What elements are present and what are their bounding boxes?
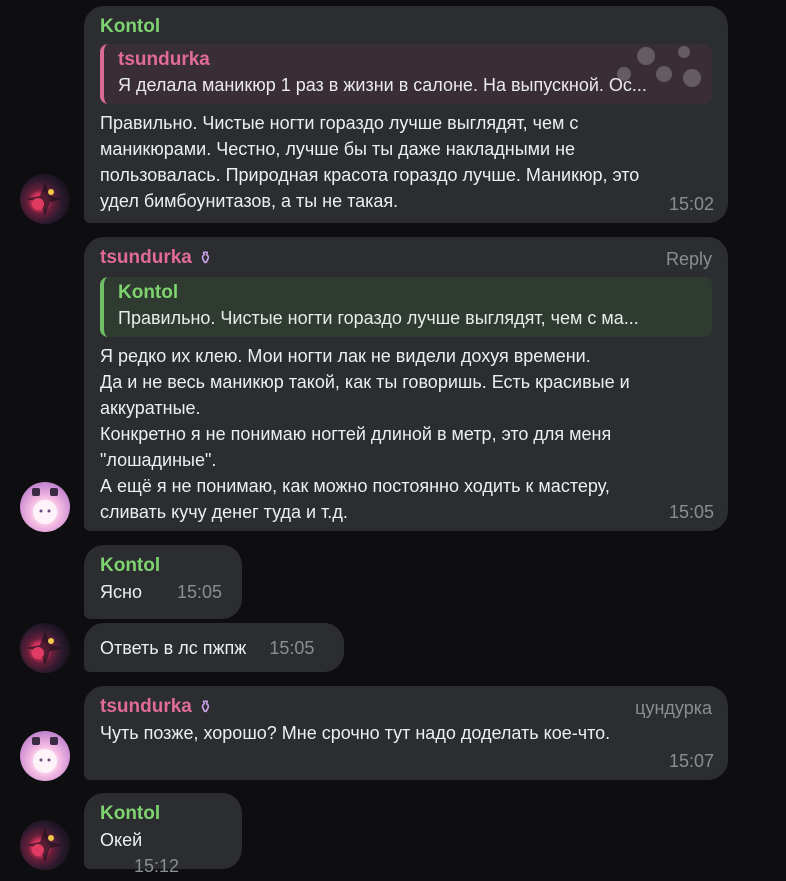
reply-sender-name: tsundurka: [118, 49, 210, 70]
message-line: удел бимбоунитазов, а ты не такая.: [100, 191, 399, 211]
sender-name[interactable]: tsundurka: [100, 694, 192, 720]
message-time: 15:05: [176, 582, 223, 602]
avatar-tsundurka[interactable]: [20, 731, 70, 781]
sender-name[interactable]: Kontol: [100, 553, 226, 579]
message-text: Ясно 15:05: [100, 579, 226, 605]
message-bubble[interactable]: Kontol Окей 15:12: [84, 793, 242, 876]
sender-name-row: tsundurka ⚱: [100, 245, 712, 271]
message-time: 15:05: [269, 638, 315, 658]
message-line: Да и не весь маникюр такой, как ты говор…: [100, 372, 630, 392]
message-time: 15:05: [668, 502, 714, 522]
message-line: Я редко их клею. Мои ногти лак не видели…: [100, 346, 591, 366]
sender-name[interactable]: tsundurka: [100, 245, 192, 271]
avatar-kontol[interactable]: [20, 820, 70, 870]
message-time: 15:02: [668, 194, 714, 214]
message-time: 15:12: [134, 856, 180, 876]
coffin-emoji-icon: ⚱: [197, 248, 213, 268]
reply-label[interactable]: Reply: [666, 249, 712, 270]
message-line: аккуратные.: [100, 398, 201, 418]
avatar-tsundurka[interactable]: [20, 482, 70, 532]
message-line: Ясно: [100, 582, 142, 602]
message-time: 15:07: [668, 751, 714, 771]
message-line: маникюрами. Честно, лучше бы ты даже нак…: [100, 139, 576, 159]
message-line: пользовалась. Природная красота гораздо …: [100, 165, 640, 185]
reply-sender-name: Kontol: [118, 282, 179, 303]
avatar-kontol[interactable]: [20, 174, 70, 224]
message-bubble[interactable]: Kontol Ясно 15:05: [84, 545, 242, 619]
sender-name[interactable]: Kontol: [100, 14, 712, 40]
message-bubble[interactable]: tsundurka ⚱ Reply Kontol Правильно. Чист…: [84, 237, 728, 531]
reply-quote[interactable]: tsundurka Я делала маникюр 1 раз в жизни…: [100, 44, 712, 104]
avatar-art: [26, 828, 64, 862]
avatar-art: [26, 182, 64, 216]
message-line: А ещё я не понимаю, как можно постоянно …: [100, 476, 610, 496]
member-tag: цундурка: [635, 698, 712, 718]
message-text: Я редко их клею. Мои ногти лак не видели…: [100, 343, 712, 525]
reply-text: Я делала маникюр 1 раз в жизни в салоне.…: [118, 75, 647, 95]
reply-text: Правильно. Чистые ногти гораздо лучше вы…: [118, 308, 639, 328]
avatar-art: [26, 631, 64, 665]
message-text: Окей 15:12: [100, 827, 226, 879]
message-text: Ответь в лс пжпж 15:05: [100, 635, 328, 661]
avatar-art: [32, 737, 58, 773]
message-line: сливать кучу денег туда и т.д.: [100, 502, 348, 522]
avatar-kontol[interactable]: [20, 623, 70, 673]
message-line: Чуть позже, хорошо? Мне срочно тут надо …: [100, 723, 611, 743]
message-bubble[interactable]: Ответь в лс пжпж 15:05: [84, 623, 344, 672]
coffin-emoji-icon: ⚱: [197, 697, 213, 717]
sender-name-row: tsundurka ⚱: [100, 694, 712, 720]
message-text: Правильно. Чистые ногти гораздо лучше вы…: [100, 110, 712, 214]
message-line: "лошадиные".: [100, 450, 217, 470]
message-line: Конкретно я не понимаю ногтей длиной в м…: [100, 424, 612, 444]
message-line: Ответь в лс пжпж: [100, 638, 247, 658]
message-bubble[interactable]: tsundurka ⚱ цундурка Чуть позже, хорошо?…: [84, 686, 728, 780]
message-line: Окей: [100, 830, 143, 850]
message-line: Правильно. Чистые ногти гораздо лучше вы…: [100, 113, 579, 133]
message-bubble[interactable]: Kontol tsundurka Я делала маникюр 1 раз …: [84, 6, 728, 223]
message-text: Чуть позже, хорошо? Мне срочно тут надо …: [100, 720, 712, 746]
avatar-art: [32, 488, 58, 524]
reply-quote[interactable]: Kontol Правильно. Чистые ногти гораздо л…: [100, 277, 712, 337]
sender-name[interactable]: Kontol: [100, 801, 226, 827]
